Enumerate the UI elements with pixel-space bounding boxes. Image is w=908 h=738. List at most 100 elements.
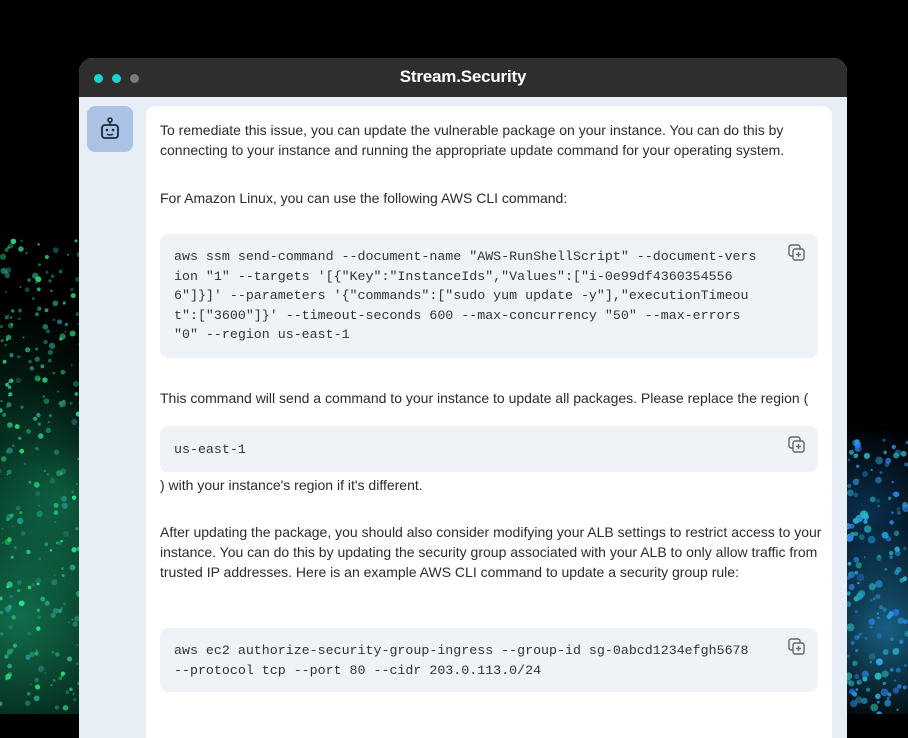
particle-dot (8, 624, 14, 630)
copy-icon[interactable] (788, 244, 806, 262)
particle-dot (11, 309, 15, 313)
particle-dot (846, 489, 854, 497)
particle-dot (43, 398, 50, 405)
particle-dot (847, 561, 852, 566)
particle-dot (43, 339, 48, 345)
particle-dot (869, 599, 873, 602)
code-block-ssm: aws ssm send-command --document-name "AW… (160, 234, 818, 358)
particle-dot (7, 663, 13, 669)
particle-dot (64, 330, 67, 333)
code-text[interactable]: aws ec2 authorize-security-group-ingress… (160, 628, 818, 680)
particle-dot (71, 547, 77, 553)
particle-dot (854, 609, 859, 614)
particle-dot (69, 401, 73, 405)
particle-dot (19, 511, 23, 515)
particle-dot (75, 482, 78, 485)
particle-dot (60, 607, 63, 610)
particle-dot (891, 480, 895, 484)
particle-dot (53, 574, 56, 577)
particle-dot (0, 408, 3, 413)
particle-dot (20, 239, 23, 242)
particle-dot (18, 246, 24, 252)
particle-dot (26, 429, 31, 434)
particle-dot (7, 385, 12, 390)
particle-dot (896, 510, 901, 515)
particle-dot (50, 289, 53, 292)
particle-dot (884, 568, 887, 571)
particle-dot (17, 355, 21, 359)
particle-dot (45, 270, 49, 274)
particle-dot (17, 589, 21, 593)
particle-dot (849, 523, 855, 529)
particle-dot (8, 448, 10, 451)
particle-dot (896, 708, 899, 711)
particle-dot (857, 581, 860, 585)
message-paragraph-3: This command will send a command to your… (160, 390, 809, 406)
particle-dot (882, 438, 886, 442)
particle-dot (35, 312, 39, 317)
message-paragraph-1: To remediate this issue, you can update … (160, 122, 785, 158)
particle-dot (18, 317, 21, 320)
particle-dot (7, 648, 13, 655)
particle-dot (854, 439, 860, 444)
particle-dot (20, 405, 24, 409)
particle-dot (881, 670, 889, 678)
particle-dot (46, 473, 49, 476)
particle-dot (854, 674, 860, 680)
particle-dot (10, 316, 13, 319)
particle-dot (883, 450, 887, 455)
particle-dot (858, 632, 863, 636)
particle-dot (896, 684, 902, 689)
copy-icon[interactable] (788, 436, 806, 454)
particle-dot (881, 531, 889, 539)
particle-dot (861, 670, 869, 678)
particle-dot (862, 513, 869, 521)
copy-icon[interactable] (788, 638, 806, 656)
particle-dot (847, 654, 851, 658)
particle-dot (37, 243, 40, 246)
particle-dot (892, 492, 897, 497)
particle-dot (0, 610, 4, 615)
particle-dot (877, 616, 880, 620)
particle-dot (875, 456, 883, 465)
code-text[interactable]: aws ssm send-command --document-name "AW… (160, 234, 818, 345)
particle-dot (0, 399, 3, 403)
particle-dot (10, 238, 17, 245)
particle-dot (18, 436, 22, 440)
particle-dot (33, 695, 40, 702)
particle-dot (67, 656, 73, 662)
particle-dot (855, 649, 859, 653)
particle-dot (18, 308, 22, 313)
particle-dot (896, 507, 901, 511)
particle-dot (876, 499, 880, 503)
particle-dot (879, 605, 884, 610)
particle-dot (34, 356, 40, 362)
particle-dot (67, 253, 69, 256)
particle-dot (19, 448, 25, 454)
particle-dot (7, 604, 12, 609)
particle-dot (0, 701, 3, 707)
particle-dot (0, 253, 7, 260)
particle-dot (34, 651, 39, 656)
particle-dot (9, 353, 14, 358)
particle-dot (904, 664, 907, 667)
particle-dot (869, 625, 873, 629)
particle-dot (899, 577, 905, 583)
particle-dot (856, 593, 863, 600)
particle-dot (6, 402, 12, 408)
particle-dot (10, 323, 14, 326)
code-text[interactable]: us-east-1 (160, 426, 818, 460)
particle-dot (862, 470, 869, 477)
particle-dot (38, 378, 41, 381)
particle-dot (62, 300, 67, 305)
particle-dot (44, 600, 50, 606)
particle-dot (850, 640, 855, 646)
particle-dot (31, 297, 35, 301)
particle-dot (5, 450, 10, 454)
particle-dot (25, 252, 28, 254)
particle-dot (1, 527, 4, 530)
particle-dot (36, 626, 41, 631)
particle-dot (50, 684, 53, 687)
particle-dot (38, 557, 42, 561)
particle-dot (58, 269, 63, 274)
